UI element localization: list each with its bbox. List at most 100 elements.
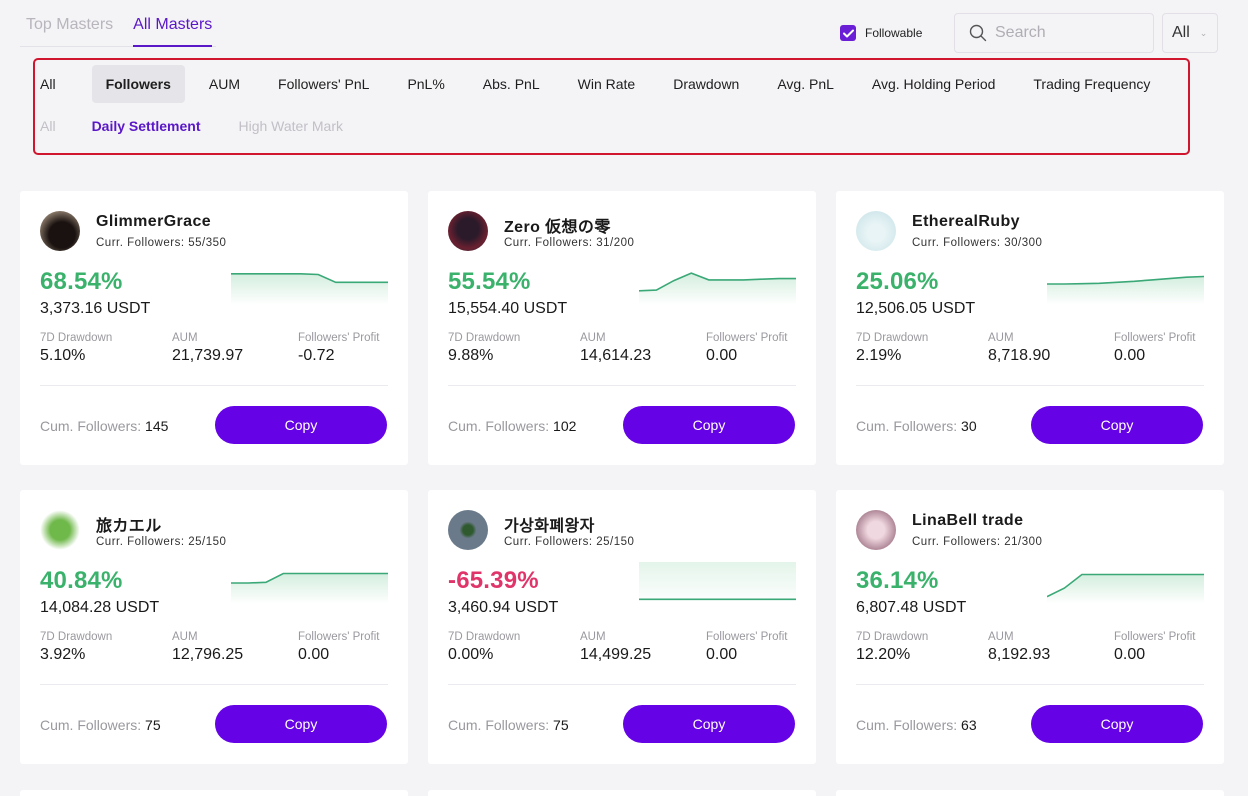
stat-label: Followers' Profit	[298, 332, 380, 344]
copy-button[interactable]: Copy	[623, 705, 795, 743]
master-card: 가상화폐왕자 Curr. Followers: 25/150 -65.39% 3…	[428, 490, 816, 764]
sort-chip-trading-frequency[interactable]: Trading Frequency	[1019, 65, 1164, 103]
current-followers: Curr. Followers: 30/300	[912, 237, 1043, 249]
master-name[interactable]: Zero 仮想の零	[504, 213, 611, 237]
stat-value: 0.00	[1114, 347, 1146, 364]
stat-label: AUM	[988, 332, 1014, 344]
stat-value: 0.00	[1114, 646, 1146, 663]
stat-value: 0.00%	[448, 646, 494, 663]
copy-button[interactable]: Copy	[1031, 705, 1203, 743]
cumulative-followers: Cum. Followers: 75	[40, 717, 161, 733]
divider	[856, 684, 1204, 685]
pnl-percent: -65.39%	[448, 567, 539, 594]
cum-label: Cum. Followers:	[448, 418, 550, 434]
stat-value: 5.10%	[40, 347, 86, 364]
stat-label: Followers' Profit	[706, 631, 788, 643]
master-card: 旅カエル Curr. Followers: 25/150 40.84% 14,0…	[20, 490, 408, 764]
sparkline-area	[1047, 276, 1204, 305]
cum-value: 102	[553, 418, 577, 434]
check-icon	[842, 29, 854, 37]
stat-aum: AUM 12,796.25	[172, 631, 243, 664]
stat-drawdown: 7D Drawdown 2.19%	[856, 332, 928, 365]
tab-top-masters[interactable]: Top Masters	[26, 0, 113, 47]
master-name[interactable]: EtherealRuby	[912, 213, 1020, 231]
filter-panel: All Followers AUM Followers' PnL PnL% Ab…	[33, 58, 1190, 155]
tab-all-masters[interactable]: All Masters	[133, 0, 213, 47]
divider	[856, 385, 1204, 386]
search-box	[954, 13, 1154, 53]
divider	[448, 385, 796, 386]
copy-button[interactable]: Copy	[215, 705, 387, 743]
avatar[interactable]	[856, 510, 896, 550]
current-followers: Curr. Followers: 21/300	[912, 536, 1043, 548]
pnl-usdt: 3,460.94 USDT	[448, 599, 559, 616]
settlement-filter-row: All Daily Settlement High Water Mark	[40, 118, 381, 134]
stat-label: AUM	[580, 631, 606, 643]
avatar[interactable]	[40, 510, 80, 550]
cum-value: 75	[145, 717, 161, 733]
settlement-chip-all[interactable]: All	[40, 118, 56, 134]
pnl-percent: 36.14%	[856, 567, 939, 594]
cum-label: Cum. Followers:	[856, 418, 958, 434]
sort-chip-abs-pnl[interactable]: Abs. PnL	[469, 65, 554, 103]
sort-chip-win-rate[interactable]: Win Rate	[564, 65, 650, 103]
stat-label: AUM	[580, 332, 606, 344]
cum-label: Cum. Followers:	[856, 717, 958, 733]
search-input[interactable]	[995, 24, 1145, 42]
settlement-chip-high-water-mark[interactable]: High Water Mark	[239, 118, 344, 134]
pnl-usdt: 14,084.28 USDT	[40, 599, 160, 616]
pnl-percent: 68.54%	[40, 268, 123, 295]
cumulative-followers: Cum. Followers: 102	[448, 418, 576, 434]
stat-label: 7D Drawdown	[40, 332, 113, 344]
sort-chip-all[interactable]: All	[40, 65, 82, 103]
master-name[interactable]: 旅カエル	[96, 512, 162, 536]
sort-chip-drawdown[interactable]: Drawdown	[659, 65, 753, 103]
stat-value: 21,739.97	[172, 347, 244, 364]
master-name[interactable]: GlimmerGrace	[96, 213, 211, 231]
sort-chip-followers[interactable]: Followers	[91, 65, 185, 103]
sort-chip-followers-pnl[interactable]: Followers' PnL	[264, 65, 383, 103]
settlement-chip-daily[interactable]: Daily Settlement	[92, 118, 201, 134]
current-followers: Curr. Followers: 25/150	[96, 536, 227, 548]
divider	[40, 385, 388, 386]
sparkline-area	[1047, 574, 1204, 604]
master-name[interactable]: LinaBell trade	[912, 512, 1023, 530]
stat-followers-profit: Followers' Profit 0.00	[706, 631, 787, 664]
pnl-sparkline	[639, 562, 796, 601]
sparkline-area	[231, 273, 388, 305]
avatar[interactable]	[448, 211, 488, 251]
sort-chip-avg-pnl[interactable]: Avg. PnL	[763, 65, 848, 103]
sparkline-area	[639, 273, 796, 305]
stat-value: 0.00	[706, 347, 738, 364]
master-name[interactable]: 가상화폐왕자	[504, 512, 595, 536]
avatar[interactable]	[40, 211, 80, 251]
copy-button[interactable]: Copy	[623, 406, 795, 444]
copy-button[interactable]: Copy	[215, 406, 387, 444]
stat-value: 3.92%	[40, 646, 86, 663]
cumulative-followers: Cum. Followers: 145	[40, 418, 168, 434]
stat-label: AUM	[172, 332, 198, 344]
cum-label: Cum. Followers:	[40, 418, 142, 434]
avatar[interactable]	[856, 211, 896, 251]
cum-value: 145	[145, 418, 169, 434]
followable-toggle[interactable]: Followable	[840, 25, 922, 41]
cumulative-followers: Cum. Followers: 30	[856, 418, 977, 434]
master-card: EtherealRuby Curr. Followers: 30/300 25.…	[836, 191, 1224, 465]
avatar[interactable]	[448, 510, 488, 550]
pnl-usdt: 6,807.48 USDT	[856, 599, 967, 616]
master-card: Zero 仮想の零 Curr. Followers: 31/200 55.54%…	[428, 191, 816, 465]
cumulative-followers: Cum. Followers: 63	[856, 717, 977, 733]
stat-label: Followers' Profit	[706, 332, 788, 344]
stat-drawdown: 7D Drawdown 0.00%	[448, 631, 520, 664]
sort-chip-avg-holding-period[interactable]: Avg. Holding Period	[858, 65, 1009, 103]
sort-chip-pnl-pct[interactable]: PnL%	[393, 65, 458, 103]
pnl-usdt: 12,506.05 USDT	[856, 300, 976, 317]
copy-button[interactable]: Copy	[1031, 406, 1203, 444]
master-card-partial	[20, 790, 408, 796]
sort-filter-row: All Followers AUM Followers' PnL PnL% Ab…	[40, 65, 1174, 103]
type-select[interactable]: All ⌄	[1162, 13, 1218, 53]
type-select-value: All	[1172, 24, 1190, 41]
stat-aum: AUM 8,192.93	[988, 631, 1050, 664]
followable-checkbox[interactable]	[840, 25, 856, 41]
sort-chip-aum[interactable]: AUM	[195, 65, 254, 103]
